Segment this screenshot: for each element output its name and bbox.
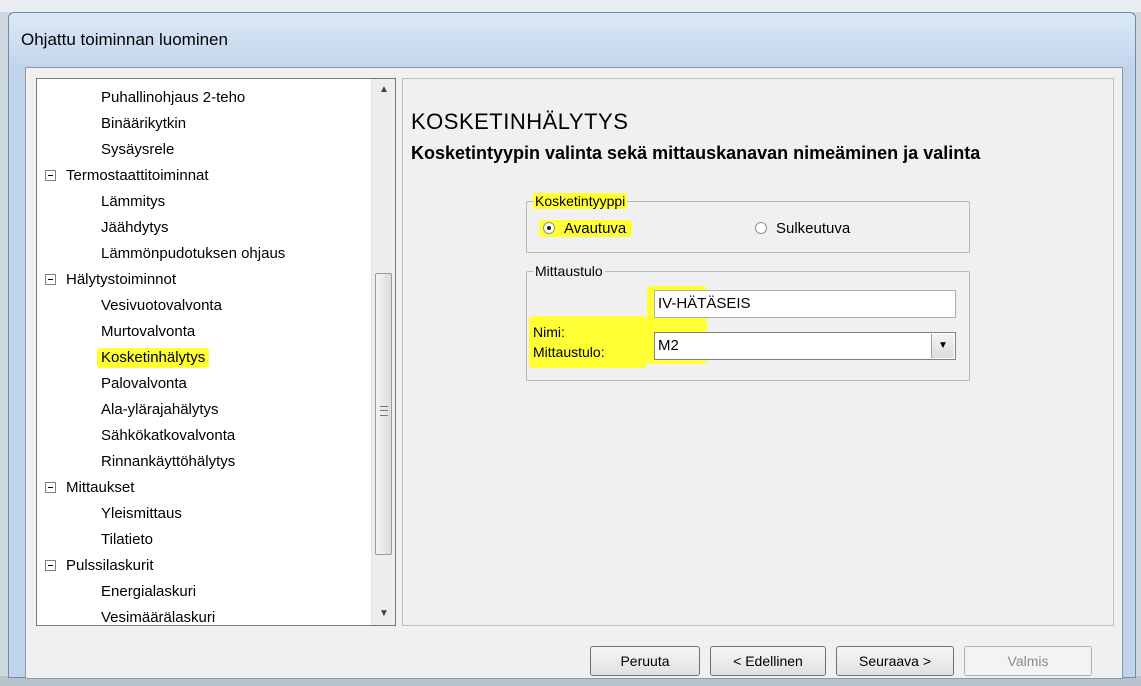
cancel-button[interactable]: Peruuta bbox=[590, 646, 700, 676]
tree-item-label: Binäärikytkin bbox=[101, 115, 187, 132]
tree-item[interactable]: Tilatieto bbox=[37, 527, 371, 553]
previous-button[interactable]: < Edellinen bbox=[710, 646, 826, 676]
tree-item[interactable]: Yleismittaus bbox=[37, 501, 371, 527]
tree-item-label: Puhallinohjaus 2-teho bbox=[101, 89, 246, 106]
tree-group-item[interactable]: Termostaattitoiminnat bbox=[37, 163, 371, 189]
tree-item-label: Jäähdytys bbox=[101, 219, 169, 236]
scroll-thumb[interactable] bbox=[375, 273, 392, 555]
tree-item[interactable]: Palovalvonta bbox=[37, 371, 371, 397]
tree-item[interactable]: Vesimäärälaskuri bbox=[37, 605, 371, 626]
tree-item-label: Vesivuotovalvonta bbox=[101, 297, 222, 314]
tree-item[interactable]: Binäärikytkin bbox=[37, 111, 371, 137]
collapse-minus-icon[interactable] bbox=[45, 273, 56, 285]
scroll-up-arrow-icon[interactable]: ▲ bbox=[372, 79, 395, 101]
page-title: KOSKETINHÄLYTYS bbox=[411, 109, 629, 134]
contact-type-legend: Kosketintyyppi bbox=[533, 193, 628, 209]
tree-item[interactable]: Puhallinohjaus 2-teho bbox=[37, 85, 371, 111]
tree-item-label: Termostaattitoiminnat bbox=[66, 167, 209, 184]
tree-item[interactable]: Energialaskuri bbox=[37, 579, 371, 605]
measurement-input-select[interactable]: M2 ▼ bbox=[654, 332, 956, 360]
measurement-input-legend: Mittaustulo bbox=[533, 263, 605, 279]
measurement-input-group: Mittaustulo Nimi: Mittaustulo: IV-HÄTÄSE… bbox=[526, 263, 970, 381]
tree-item[interactable]: Lämmönpudotuksen ohjaus bbox=[37, 241, 371, 267]
page-subtitle: Kosketintyypin valinta sekä mittauskanav… bbox=[411, 143, 981, 163]
tree-item-label: Murtovalvonta bbox=[101, 323, 196, 340]
title-bar[interactable]: Ohjattu toiminnan luominen bbox=[9, 13, 1135, 65]
next-button[interactable]: Seuraava > bbox=[836, 646, 954, 676]
radio-closed-option[interactable]: Sulkeutuva bbox=[755, 220, 850, 237]
wizard-window: Ohjattu toiminnan luominen Puhallinohjau… bbox=[8, 12, 1136, 679]
tree-item[interactable]: Kosketinhälytys bbox=[37, 345, 371, 371]
tree-item[interactable]: Lämmitys bbox=[37, 189, 371, 215]
tree-item-label: Pulssilaskurit bbox=[66, 557, 154, 574]
tree-item-label: Mittaukset bbox=[66, 479, 135, 496]
window-title: Ohjattu toiminnan luominen bbox=[21, 30, 228, 49]
function-tree: Puhallinohjaus 2-teho Binäärikytkin Sysäys… bbox=[36, 78, 396, 626]
collapse-minus-icon[interactable] bbox=[45, 169, 56, 181]
scroll-grip-icon bbox=[380, 406, 388, 416]
chevron-down-icon[interactable]: ▼ bbox=[931, 334, 954, 358]
radio-closed-icon[interactable] bbox=[755, 222, 767, 235]
tree-item-label: Tilatieto bbox=[101, 531, 153, 548]
collapse-minus-icon[interactable] bbox=[45, 481, 56, 493]
tree-item-label: Hälytystoiminnot bbox=[66, 271, 177, 288]
tree-item[interactable]: Jäähdytys bbox=[37, 215, 371, 241]
radio-closed-label: Sulkeutuva bbox=[776, 220, 851, 237]
tree-item[interactable]: Sysäysrele bbox=[37, 137, 371, 163]
tree-item[interactable]: Murtovalvonta bbox=[37, 319, 371, 345]
radio-open-label: Avautuva bbox=[564, 220, 627, 237]
tree-group-item[interactable]: Pulssilaskurit bbox=[37, 553, 371, 579]
contact-type-group: Kosketintyyppi Avautuva Sulkeutuva bbox=[526, 193, 970, 253]
tree-list: Puhallinohjaus 2-teho Binäärikytkin Sysäys… bbox=[37, 85, 371, 626]
name-field-label: Nimi: bbox=[533, 324, 565, 340]
name-input[interactable]: IV-HÄTÄSEIS bbox=[654, 290, 956, 318]
tree-item-label: Sähkökatkovalvonta bbox=[101, 427, 236, 444]
wizard-client-area: Puhallinohjaus 2-teho Binäärikytkin Sysäys… bbox=[25, 67, 1123, 679]
tree-item-label: Lämmitys bbox=[101, 193, 166, 210]
tree-item-label: Yleismittaus bbox=[101, 505, 182, 522]
tree-item-label: Energialaskuri bbox=[101, 583, 197, 600]
tree-scrollbar[interactable]: ▲ ▼ bbox=[371, 79, 395, 625]
input-field-label: Mittaustulo: bbox=[533, 344, 605, 360]
radio-open-option[interactable]: Avautuva bbox=[539, 220, 633, 237]
tree-item-label: Ala-ylärajahälytys bbox=[101, 401, 219, 418]
tree-item-label: Palovalvonta bbox=[101, 375, 187, 392]
tree-item[interactable]: Vesivuotovalvonta bbox=[37, 293, 371, 319]
collapse-minus-icon[interactable] bbox=[45, 559, 56, 571]
tree-item[interactable]: Ala-ylärajahälytys bbox=[37, 397, 371, 423]
tree-item[interactable]: Rinnankäyttöhälytys bbox=[37, 449, 371, 475]
measurement-input-value: M2 bbox=[658, 337, 679, 354]
tree-item-label: Sysäysrele bbox=[101, 141, 175, 158]
tree-item-label: Vesimäärälaskuri bbox=[101, 609, 216, 626]
tree-group-item[interactable]: Hälytystoiminnot bbox=[37, 267, 371, 293]
tree-group-item[interactable]: Mittaukset bbox=[37, 475, 371, 501]
finish-button[interactable]: Valmis bbox=[964, 646, 1092, 676]
tree-item-label: Lämmönpudotuksen ohjaus bbox=[101, 245, 286, 262]
content-pane: KOSKETINHÄLYTYS Kosketintyypin valinta s… bbox=[402, 78, 1114, 626]
tree-item[interactable]: Sähkökatkovalvonta bbox=[37, 423, 371, 449]
tree-item-label: Rinnankäyttöhälytys bbox=[101, 453, 236, 470]
scroll-down-arrow-icon[interactable]: ▼ bbox=[372, 603, 395, 625]
radio-open-icon[interactable] bbox=[543, 222, 555, 235]
desktop-backdrop-top bbox=[0, 0, 1141, 12]
tree-item-label: Kosketinhälytys bbox=[97, 348, 210, 368]
